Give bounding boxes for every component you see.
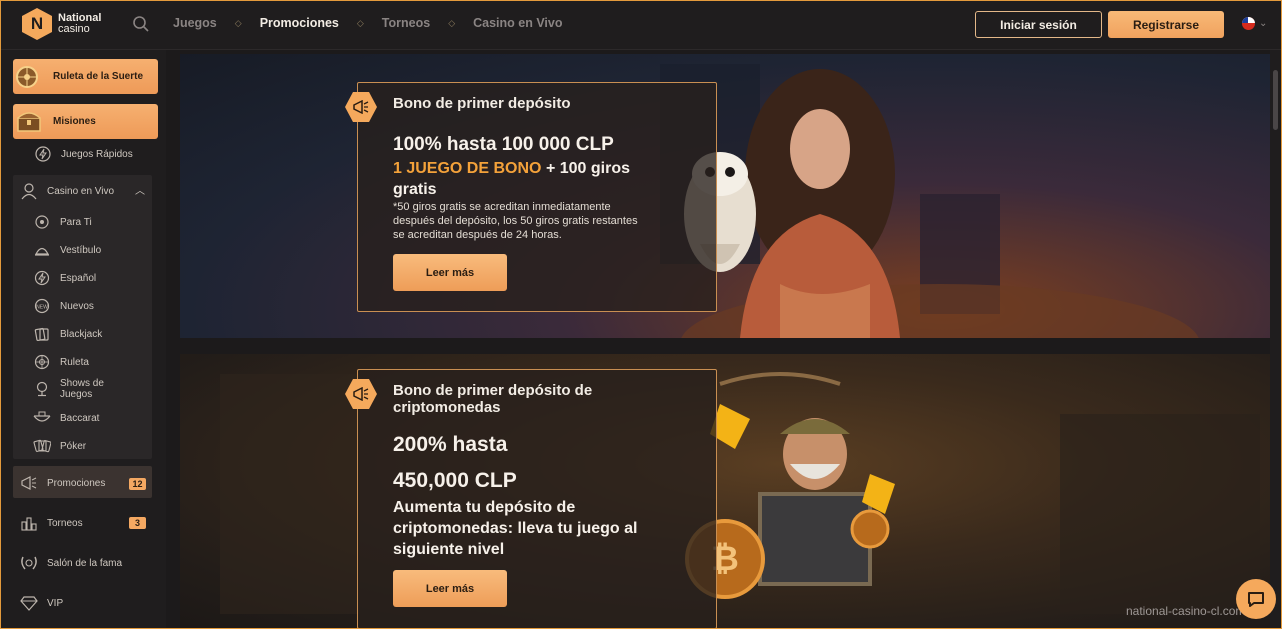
lobby-bell-icon bbox=[33, 242, 51, 258]
wheel-of-fortune-button[interactable]: Ruleta de la Suerte bbox=[13, 59, 158, 94]
nav-separator-icon: ◇ bbox=[234, 17, 242, 28]
nav-torneos[interactable]: Torneos bbox=[382, 16, 430, 30]
tournaments-count-badge: 3 bbox=[129, 517, 146, 529]
sidebar-item-para-ti[interactable]: Para Ti bbox=[33, 214, 92, 230]
wheel-label: Ruleta de la Suerte bbox=[53, 71, 144, 82]
sidebar-item-vip[interactable]: VIP bbox=[19, 595, 158, 611]
sidebar-item-quick-games[interactable]: Juegos Rápidos bbox=[33, 146, 172, 162]
promo-banner-crypto-deposit: ₿ Bono de primer depósito de criptomoned… bbox=[180, 354, 1270, 629]
top-header: N National casino Juegos ◇ Promociones ◇… bbox=[0, 0, 1282, 50]
megaphone-icon bbox=[19, 475, 39, 491]
nav-casino-en-vivo[interactable]: Casino en Vivo bbox=[473, 16, 562, 30]
diamond-icon bbox=[19, 595, 39, 611]
sidebar-item-baccarat[interactable]: Baccarat bbox=[33, 410, 99, 426]
new-badge-icon: NEW bbox=[33, 298, 51, 314]
chat-support-button[interactable] bbox=[1236, 579, 1276, 619]
bonus-highlight: 1 JUEGO DE BONO bbox=[393, 160, 542, 177]
laurel-icon bbox=[19, 555, 39, 571]
wheel-icon bbox=[16, 66, 38, 88]
live-casino-group: Casino en Vivo ︿ Para Ti Vestíbulo Españ… bbox=[13, 175, 152, 459]
missions-button[interactable]: Misiones bbox=[13, 104, 158, 139]
sidebar-item-ruleta[interactable]: Ruleta bbox=[33, 354, 89, 370]
sidebar-item-espanol[interactable]: Español bbox=[33, 270, 96, 286]
lightning-icon bbox=[33, 146, 53, 162]
chile-flag-icon bbox=[1242, 17, 1255, 30]
nav-separator-icon: ◇ bbox=[448, 17, 456, 28]
brand-logo[interactable]: N National casino bbox=[22, 8, 101, 40]
cards-icon bbox=[33, 326, 51, 342]
scrollbar-thumb[interactable] bbox=[1273, 70, 1278, 130]
crypto-treasure-illustration: ₿ bbox=[220, 372, 1260, 614]
tournament-icon bbox=[19, 515, 39, 531]
sidebar-item-nuevos[interactable]: NEW Nuevos bbox=[33, 298, 94, 314]
baccarat-icon bbox=[33, 410, 51, 426]
promo-headline: 100% hasta 100 000 CLP bbox=[393, 134, 614, 155]
for-you-icon bbox=[33, 214, 51, 230]
sidebar-item-poker[interactable]: Póker bbox=[33, 438, 86, 454]
site-watermark: national-casino-cl.com bbox=[1126, 604, 1246, 618]
nav-juegos[interactable]: Juegos bbox=[173, 16, 217, 30]
scrollbar[interactable] bbox=[1270, 50, 1282, 629]
dealer-icon bbox=[19, 182, 39, 200]
sidebar-item-shows-de-juegos[interactable]: Shows de Juegos bbox=[33, 378, 104, 400]
nav-promociones[interactable]: Promociones bbox=[260, 16, 339, 30]
logo-badge: N bbox=[22, 8, 52, 40]
sidebar-item-salon-de-la-fama[interactable]: Salón de la fama bbox=[19, 555, 158, 571]
poker-cards-icon bbox=[33, 438, 51, 454]
nav-separator-icon: ◇ bbox=[356, 17, 364, 28]
promo-body: Aumenta tu depósito de criptomonedas: ll… bbox=[393, 499, 638, 558]
promo-terms-note: *50 giros gratis se acreditan inmediatam… bbox=[393, 201, 638, 241]
chest-icon bbox=[17, 112, 41, 132]
svg-text:NEW: NEW bbox=[36, 305, 48, 311]
sidebar-item-blackjack[interactable]: Blackjack bbox=[33, 326, 102, 342]
read-more-button[interactable]: Leer más bbox=[393, 254, 507, 291]
main-content: Bono de primer depósito 100% hasta 100 0… bbox=[166, 50, 1270, 629]
promo-banner-first-deposit: Bono de primer depósito 100% hasta 100 0… bbox=[180, 54, 1270, 338]
sidebar: Ruleta de la Suerte Misiones Juegos Rápi… bbox=[0, 50, 166, 629]
promo-amount: 450,000 CLP bbox=[393, 469, 517, 492]
promo-title: Bono de primer depósito bbox=[393, 95, 571, 112]
chevron-down-icon: ⌄ bbox=[1259, 18, 1268, 29]
promo-bonus-line: 1 JUEGO DE BONO + 100 giros gratis bbox=[393, 160, 630, 198]
roulette-icon bbox=[33, 354, 51, 370]
language-selector[interactable]: ⌄ bbox=[1242, 17, 1267, 30]
promo-headline: 200% hasta bbox=[393, 433, 508, 456]
login-button[interactable]: Iniciar sesión bbox=[975, 11, 1102, 38]
promo-title: Bono de primer depósito de criptomonedas bbox=[393, 382, 593, 416]
brand-sub: casino bbox=[58, 23, 90, 35]
chevron-up-icon[interactable]: ︿ bbox=[135, 182, 145, 197]
sidebar-item-vestibulo[interactable]: Vestíbulo bbox=[33, 242, 101, 258]
read-more-button[interactable]: Leer más bbox=[393, 570, 507, 607]
search-icon[interactable] bbox=[132, 15, 150, 33]
chat-icon bbox=[1248, 592, 1264, 607]
main-nav: Juegos ◇ Promociones ◇ Torneos ◇ Casino … bbox=[173, 16, 563, 30]
promotions-count-badge: 12 bbox=[129, 478, 146, 490]
sorceress-owl-illustration bbox=[660, 64, 1199, 338]
sidebar-item-live-casino[interactable]: Casino en Vivo ︿ bbox=[19, 182, 145, 200]
missions-label: Misiones bbox=[53, 116, 96, 127]
spanish-lightning-icon bbox=[33, 270, 51, 286]
register-button[interactable]: Registrarse bbox=[1108, 11, 1224, 38]
game-show-icon bbox=[33, 381, 51, 397]
